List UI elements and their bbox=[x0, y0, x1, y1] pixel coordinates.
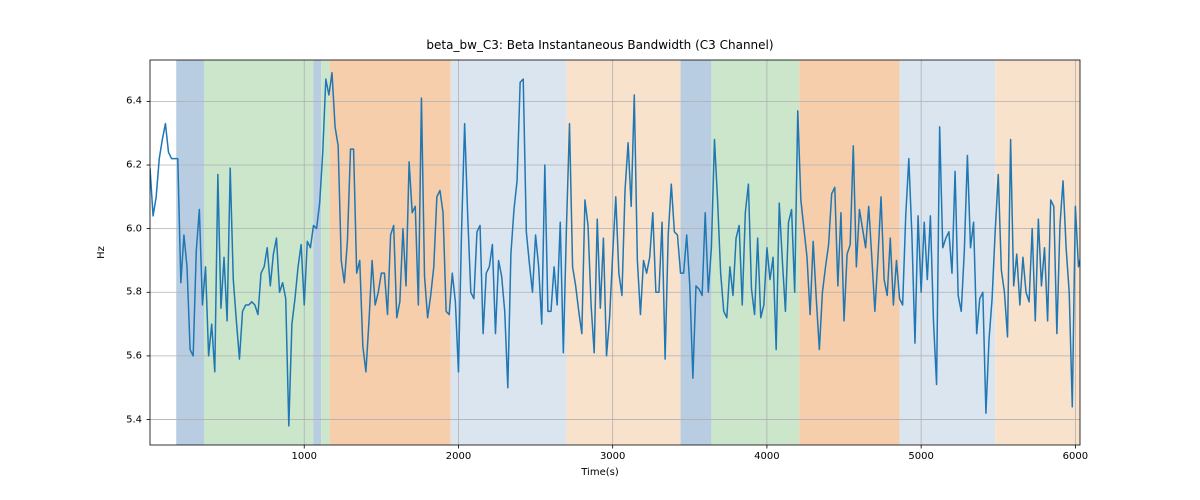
y-tick-label: 6.2 bbox=[126, 160, 142, 171]
figure: beta_bw_C3: Beta Instantaneous Bandwidth… bbox=[0, 0, 1200, 500]
background-span bbox=[900, 60, 996, 445]
y-tick-label: 6.4 bbox=[126, 96, 142, 107]
y-tick-label: 6.0 bbox=[126, 223, 142, 234]
y-tick-label: 5.6 bbox=[126, 350, 142, 361]
background-span bbox=[321, 60, 329, 445]
background-span bbox=[313, 60, 321, 445]
x-tick-label: 6000 bbox=[1063, 451, 1088, 462]
x-tick-label: 3000 bbox=[600, 451, 625, 462]
x-tick-label: 4000 bbox=[754, 451, 779, 462]
background-span bbox=[451, 60, 567, 445]
x-tick-label: 1000 bbox=[291, 451, 316, 462]
y-tick-label: 5.4 bbox=[126, 414, 142, 425]
y-tick-label: 5.8 bbox=[126, 287, 142, 298]
background-span bbox=[711, 60, 799, 445]
plot-area bbox=[0, 0, 1200, 500]
x-tick-label: 5000 bbox=[908, 451, 933, 462]
x-tick-label: 2000 bbox=[446, 451, 471, 462]
